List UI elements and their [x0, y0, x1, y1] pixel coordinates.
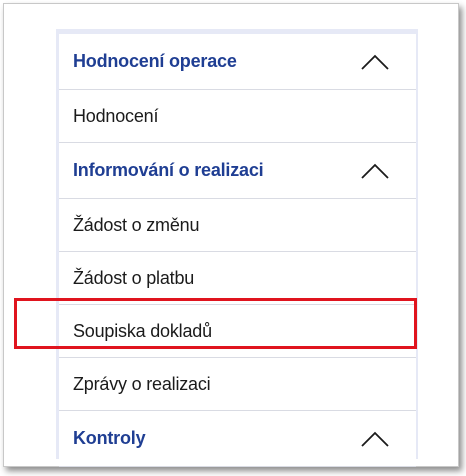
- menu-item-label: Žádost o platbu: [73, 267, 195, 288]
- section-informovani-o-realizaci[interactable]: Informování o realizaci: [59, 143, 416, 199]
- chevron-up-icon[interactable]: [360, 430, 390, 448]
- navigation-panel: Hodnocení operace Hodnocení Informování …: [56, 29, 418, 467]
- menu-item-zadost-o-platbu[interactable]: Žádost o platbu: [59, 252, 416, 305]
- section-title: Kontroly: [73, 428, 146, 448]
- section-hodnoceni-operace[interactable]: Hodnocení operace: [59, 34, 416, 90]
- side-menu: Hodnocení operace Hodnocení Informování …: [59, 34, 416, 467]
- menu-item-label: Zprávy o realizaci: [73, 373, 211, 394]
- menu-item-zadost-o-zmenu[interactable]: Žádost o změnu: [59, 199, 416, 252]
- menu-item-label: Soupiska dokladů: [73, 320, 212, 341]
- section-title: Informování o realizaci: [73, 160, 264, 180]
- chevron-up-icon[interactable]: [360, 53, 390, 71]
- menu-item-hodnoceni[interactable]: Hodnocení: [59, 90, 416, 143]
- menu-item-label: Žádost o změnu: [73, 214, 200, 235]
- menu-item-soupiska-dokladu[interactable]: Soupiska dokladů: [59, 305, 416, 358]
- menu-item-zpravy-o-realizaci[interactable]: Zprávy o realizaci: [59, 358, 416, 411]
- section-kontroly[interactable]: Kontroly: [59, 411, 416, 467]
- screenshot-frame: Hodnocení operace Hodnocení Informování …: [3, 3, 459, 467]
- section-title: Hodnocení operace: [73, 51, 237, 71]
- menu-item-label: Hodnocení: [73, 105, 159, 126]
- chevron-up-icon[interactable]: [360, 162, 390, 180]
